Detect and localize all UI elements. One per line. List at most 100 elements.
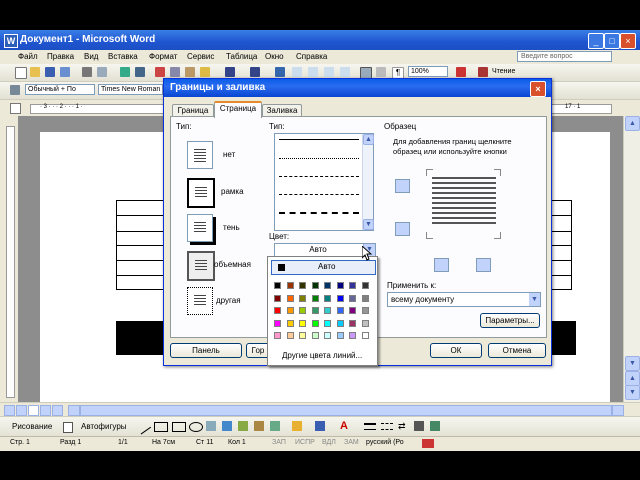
menu-file[interactable]: Файл	[18, 52, 38, 61]
setting-box-icon[interactable]	[187, 178, 215, 208]
styles-pane-icon[interactable]	[10, 85, 20, 95]
document-map-icon[interactable]	[376, 67, 386, 77]
color-chip[interactable]	[286, 319, 294, 327]
color-chip[interactable]	[324, 319, 331, 327]
color-chip[interactable]	[324, 332, 331, 339]
color-chip[interactable]	[311, 294, 319, 302]
read-label[interactable]: Чтение	[492, 68, 515, 75]
color-chip[interactable]	[336, 332, 344, 339]
scroll-right-icon[interactable]	[612, 405, 624, 416]
color-chip[interactable]	[361, 294, 369, 302]
setting-shadow-icon[interactable]	[187, 214, 213, 242]
status-trk[interactable]: ИСПР	[295, 439, 315, 446]
rectangle-icon[interactable]	[172, 422, 186, 432]
insert-table-icon[interactable]	[308, 67, 318, 77]
spelling-icon[interactable]	[120, 67, 130, 77]
cut-icon[interactable]	[155, 67, 165, 77]
color-chip[interactable]	[336, 319, 344, 327]
diagram-icon[interactable]	[238, 421, 248, 431]
bottom-border-icon[interactable]	[395, 222, 410, 236]
shadow-style-icon[interactable]	[414, 421, 424, 431]
more-line-colors[interactable]: Другие цвета линий...	[282, 351, 362, 360]
color-chip[interactable]	[349, 307, 356, 314]
options-button[interactable]: Параметры...	[480, 313, 540, 328]
fill-color-icon[interactable]	[292, 421, 302, 431]
color-chip[interactable]	[299, 294, 306, 302]
cancel-button[interactable]: Отмена	[488, 343, 546, 358]
save-icon[interactable]	[45, 67, 55, 77]
color-chip[interactable]	[324, 294, 331, 302]
top-border-icon[interactable]	[395, 179, 410, 193]
color-chip[interactable]	[274, 319, 281, 327]
menu-format[interactable]: Формат	[149, 52, 177, 61]
web-view-icon[interactable]	[16, 405, 27, 416]
help-icon[interactable]	[456, 67, 466, 77]
status-rec[interactable]: ЗАП	[272, 439, 286, 446]
color-chip[interactable]	[274, 307, 281, 314]
color-chip[interactable]	[361, 319, 369, 327]
document-table-left[interactable]	[116, 200, 166, 290]
style-scroll-up-icon[interactable]: ▲	[363, 134, 374, 145]
spelling-status-icon[interactable]	[422, 439, 434, 448]
insert-excel-icon[interactable]	[324, 67, 334, 77]
scroll-down-icon[interactable]: ▼	[625, 356, 640, 371]
menu-edit[interactable]: Правка	[47, 52, 74, 61]
tables-borders-icon[interactable]	[292, 67, 302, 77]
setting-shadow-label[interactable]: тень	[223, 223, 240, 232]
ok-button[interactable]: ОК	[430, 343, 482, 358]
arrow-style-icon[interactable]: ⇄	[398, 421, 408, 431]
color-chip[interactable]	[299, 307, 306, 314]
setting-none-label[interactable]: нет	[223, 150, 235, 159]
wordart-icon[interactable]	[222, 421, 232, 431]
apply-to-dropdown-icon[interactable]: ▼	[529, 293, 540, 306]
color-chip[interactable]	[311, 307, 319, 314]
color-combo[interactable]: Авто ▼	[274, 243, 376, 257]
redo-icon[interactable]	[250, 67, 260, 77]
print-icon[interactable]	[82, 67, 92, 77]
scroll-up-icon[interactable]: ▲	[625, 116, 640, 131]
line-color-icon[interactable]	[315, 421, 325, 431]
open-icon[interactable]	[30, 67, 40, 77]
arrow-icon[interactable]	[154, 422, 168, 432]
clipart-icon[interactable]	[254, 421, 264, 431]
color-chip[interactable]	[286, 282, 294, 289]
color-chip[interactable]	[311, 319, 319, 327]
color-chip[interactable]	[286, 294, 294, 302]
menu-window[interactable]: Окно	[265, 52, 284, 61]
select-objects-icon[interactable]	[63, 422, 73, 433]
color-chip[interactable]	[286, 332, 294, 339]
style-list-scrollbar[interactable]: ▲ ▼	[362, 134, 374, 230]
copy-icon[interactable]	[170, 67, 180, 77]
color-chip[interactable]	[336, 282, 344, 289]
color-chip[interactable]	[324, 307, 331, 314]
color-chip[interactable]	[324, 282, 331, 289]
setting-custom-label[interactable]: другая	[216, 296, 241, 305]
oval-icon[interactable]	[189, 422, 203, 432]
minimize-button[interactable]: _	[588, 33, 604, 49]
color-chip[interactable]	[286, 307, 294, 314]
color-chip[interactable]	[349, 319, 356, 327]
normal-view-icon[interactable]	[4, 405, 15, 416]
style-dash-dot[interactable]	[279, 212, 359, 214]
setting-custom-icon[interactable]	[187, 287, 213, 315]
ask-question-input[interactable]: Введите вопрос	[517, 51, 612, 62]
dash-style-icon[interactable]	[381, 423, 393, 430]
apply-to-combo[interactable]: всему документу ▼	[387, 292, 541, 307]
color-chip[interactable]	[274, 282, 281, 289]
dialog-close-icon[interactable]: ×	[530, 81, 546, 97]
color-chip[interactable]	[336, 294, 344, 302]
permission-icon[interactable]	[60, 67, 70, 77]
color-chip[interactable]	[361, 307, 369, 314]
tab-page-border[interactable]: Страница	[214, 101, 262, 118]
maximize-button[interactable]: □	[604, 33, 620, 49]
research-icon[interactable]	[135, 67, 145, 77]
color-chip[interactable]	[299, 332, 306, 339]
setting-none-icon[interactable]	[187, 141, 213, 169]
undo-icon[interactable]	[225, 67, 235, 77]
print-view-icon[interactable]	[28, 405, 39, 416]
columns-icon[interactable]	[340, 67, 350, 77]
previous-page-icon[interactable]: ▲	[625, 371, 640, 386]
scroll-left-icon[interactable]	[68, 405, 80, 416]
style-scroll-down-icon[interactable]: ▼	[363, 219, 374, 230]
color-chip[interactable]	[274, 294, 281, 302]
